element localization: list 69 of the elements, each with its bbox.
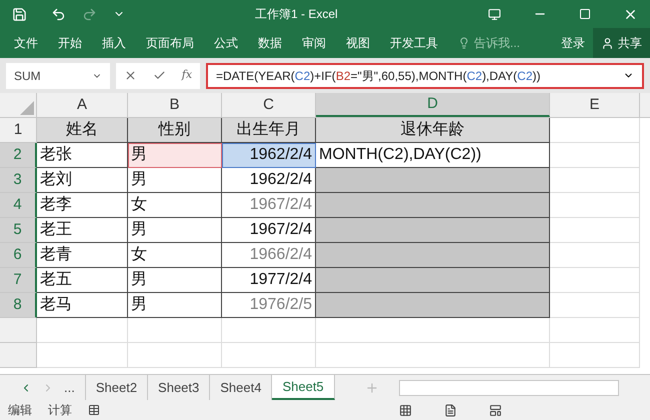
ribbon-tab[interactable]: 页面布局 xyxy=(146,34,194,52)
undo-icon[interactable] xyxy=(51,6,66,22)
header-cell: 性别 xyxy=(128,118,222,143)
status-text: 计算 xyxy=(48,402,72,419)
row-header[interactable]: 4 xyxy=(0,193,37,218)
insert-function-button[interactable]: fx xyxy=(182,67,192,84)
ribbon-tab[interactable]: 审阅 xyxy=(302,34,326,52)
maximize-icon[interactable] xyxy=(579,8,591,20)
table-cell: 1966/2/4 xyxy=(222,243,316,268)
table-cell: 老马 xyxy=(37,293,128,318)
name-box[interactable]: SUM xyxy=(6,62,110,88)
ribbon-tab[interactable]: 开始 xyxy=(58,34,82,52)
ribbon-tab[interactable]: 数据 xyxy=(258,34,282,52)
row-header[interactable]: 8 xyxy=(0,293,37,318)
status-text: 编辑 xyxy=(8,402,32,419)
table-cell: 1976/2/5 xyxy=(222,293,316,318)
table-cell: 老五 xyxy=(37,268,128,293)
table-cell: 老王 xyxy=(37,218,128,243)
table-cell: 1967/2/4 xyxy=(222,218,316,243)
sign-in-link[interactable]: 登录 xyxy=(561,34,585,52)
column-header[interactable]: A xyxy=(37,93,128,117)
row-header[interactable]: 7 xyxy=(0,268,37,293)
sheet-tab[interactable]: Sheet5 xyxy=(272,375,335,400)
column-header[interactable]: E xyxy=(550,93,640,117)
header-cell: 退休年龄 xyxy=(316,118,550,143)
table-cell: MONTH(C2),DAY(C2)) xyxy=(316,143,550,168)
normal-view-icon[interactable] xyxy=(399,404,412,416)
save-icon[interactable] xyxy=(12,6,27,22)
table-cell: 1962/2/4 xyxy=(222,168,316,193)
table-cell: 男 xyxy=(128,293,222,318)
table-cell: 老张 xyxy=(37,143,128,168)
table-cell: 女 xyxy=(128,193,222,218)
row-header[interactable]: 2 xyxy=(0,143,37,168)
row-header[interactable]: 1 xyxy=(0,118,37,143)
table-cell: 女 xyxy=(128,243,222,268)
table-cell: 男 xyxy=(128,143,222,168)
tell-me-field[interactable]: 告诉我... xyxy=(474,34,536,52)
ribbon-tab[interactable]: 视图 xyxy=(346,34,370,52)
column-header[interactable]: D xyxy=(316,93,550,117)
header-cell: 出生年月 xyxy=(222,118,316,143)
ribbon-tab[interactable]: 文件 xyxy=(14,34,38,52)
row-header[interactable]: 6 xyxy=(0,243,37,268)
header-cell: 姓名 xyxy=(37,118,128,143)
table-cell: 1962/2/4 xyxy=(222,143,316,168)
horizontal-scrollbar[interactable] xyxy=(398,380,619,396)
page-break-icon[interactable] xyxy=(489,404,502,416)
table-cell: 男 xyxy=(128,268,222,293)
ribbon-tab[interactable]: 插入 xyxy=(102,34,126,52)
window-title: 工作簿1 - Excel xyxy=(255,6,338,23)
formula-field[interactable]: =DATE(YEAR(C2)+IF(B2="男",60,55),MONTH(C2),DAY(C2)) xyxy=(206,62,644,88)
table-cell: 老李 xyxy=(37,193,128,218)
ribbon-tab[interactable]: 开发工具 xyxy=(390,34,438,52)
table-cell: 1977/2/4 xyxy=(222,268,316,293)
page-layout-icon[interactable] xyxy=(444,404,457,416)
table-cell: 1967/2/4 xyxy=(222,193,316,218)
ribbon-display-icon[interactable] xyxy=(488,8,501,20)
share-button[interactable]: 共享 xyxy=(593,28,650,58)
ribbon-tab[interactable]: 公式 xyxy=(214,34,238,52)
table-cell: 老青 xyxy=(37,243,128,268)
cancel-icon[interactable] xyxy=(124,69,137,82)
row-header[interactable]: 3 xyxy=(0,168,37,193)
table-cell: 老刘 xyxy=(37,168,128,193)
column-header[interactable]: B xyxy=(128,93,222,117)
person-icon xyxy=(601,36,614,50)
name-box-value: SUM xyxy=(14,68,42,84)
table-cell: 男 xyxy=(128,168,222,193)
row-header[interactable]: 5 xyxy=(0,218,37,243)
lightbulb-icon xyxy=(458,37,470,49)
table-cell: 男 xyxy=(128,218,222,243)
